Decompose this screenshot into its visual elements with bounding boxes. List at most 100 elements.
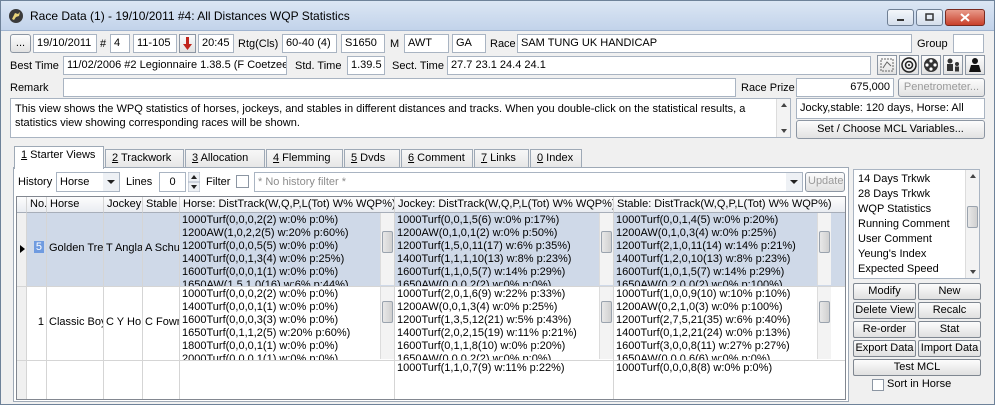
lines-spinner[interactable]: 0 xyxy=(159,172,186,192)
cell-horse-stats[interactable] xyxy=(180,361,395,399)
going-field[interactable]: GA xyxy=(452,34,486,53)
cell-scrollbar[interactable] xyxy=(599,287,613,359)
rating-range-field[interactable]: 11-105 xyxy=(133,34,177,53)
cell-stable-stats[interactable]: 1000Turf(0,0,0,8(8) w:0% p:0%) xyxy=(614,361,845,399)
cell-stable[interactable] xyxy=(143,361,180,399)
recalc-button[interactable]: Recalc xyxy=(918,302,981,319)
tab-links[interactable]: 7 Links xyxy=(474,149,529,168)
table-row[interactable]: 5 xyxy=(27,213,47,287)
export-data-button[interactable]: Export Data xyxy=(853,340,916,357)
film-reel-button[interactable] xyxy=(921,55,941,75)
track-map-button[interactable] xyxy=(877,55,897,75)
best-time-field[interactable]: 11/02/2006 #2 Legionnaire 1.38.5 (F Coet… xyxy=(63,56,287,75)
cell-jockey-stats[interactable]: 1000Turf(0,0,1,5(6) w:0% p:17%) 1200AW(0… xyxy=(395,213,614,287)
cell-scrollbar[interactable] xyxy=(599,213,613,285)
tab-trackwork[interactable]: 2 Trackwork xyxy=(105,149,184,168)
modify-button[interactable]: Modify xyxy=(853,283,916,300)
list-item[interactable]: User Comment xyxy=(858,233,932,245)
stat-button[interactable]: Stat xyxy=(918,321,981,338)
distance-field[interactable]: S1650 xyxy=(341,34,385,53)
remark-field[interactable] xyxy=(63,78,736,97)
col-header-no[interactable]: No. xyxy=(27,197,47,213)
scroll-thumb[interactable] xyxy=(819,231,830,253)
people-button[interactable] xyxy=(943,55,963,75)
col-header-jockey-stats[interactable]: Jockey: DistTrack(W,Q,P,L(Tot) W% WQP%) xyxy=(395,197,614,213)
update-button[interactable]: Update xyxy=(805,172,845,192)
import-data-button[interactable]: Import Data xyxy=(918,340,981,357)
cell-scrollbar[interactable] xyxy=(380,287,394,359)
scroll-thumb[interactable] xyxy=(382,301,393,323)
rtg-field[interactable]: 60-40 (4) xyxy=(282,34,337,53)
cell-no[interactable]: 1 xyxy=(27,287,47,361)
std-time-field[interactable]: 1.39.5 xyxy=(347,56,385,75)
row-indicator[interactable] xyxy=(17,361,27,399)
jockey-button[interactable] xyxy=(965,55,985,75)
col-header-stable[interactable]: Stable xyxy=(143,197,180,213)
cell-horse-stats[interactable]: 1000Turf(0,0,0,2(2) w:0% p:0%) 1400Turf(… xyxy=(180,287,395,361)
race-time-field[interactable]: 20:45 xyxy=(198,34,234,53)
list-item[interactable]: WQP Statistics xyxy=(858,203,931,215)
list-item[interactable]: 28 Days Trkwk xyxy=(858,188,930,200)
row-indicator[interactable] xyxy=(17,287,27,361)
row-indicator[interactable] xyxy=(17,213,27,287)
history-select[interactable]: Horse xyxy=(56,172,120,192)
dots-button[interactable]: ... xyxy=(10,34,31,53)
scroll-thumb[interactable] xyxy=(601,231,612,253)
cell-stable-stats[interactable]: 1000Turf(0,0,1,4(5) w:0% p:20%) 1200AW(0… xyxy=(614,213,845,287)
race-date-field[interactable]: 19/10/2011 xyxy=(33,34,97,53)
down-arrow-button[interactable] xyxy=(179,34,196,53)
new-button[interactable]: New xyxy=(918,283,981,300)
track-field[interactable]: AWT xyxy=(404,34,449,53)
cell-jockey-stats[interactable]: 1000Turf(2,0,1,6(9) w:22% p:33%) 1200AW(… xyxy=(395,287,614,361)
tab-comment[interactable]: 6 Comment xyxy=(401,149,473,168)
test-mcl-button[interactable]: Test MCL xyxy=(853,359,981,376)
cell-stable[interactable]: A Schut xyxy=(143,213,180,287)
cell-jockey[interactable]: T Angla xyxy=(104,213,143,287)
cell-horse-stats[interactable]: 1000Turf(0,0,0,2(2) w:0% p:0%) 1200AW(1,… xyxy=(180,213,395,287)
reorder-button[interactable]: Re-order xyxy=(853,321,916,338)
delete-view-button[interactable]: Delete View xyxy=(853,302,916,319)
tab-flemming[interactable]: 4 Flemming xyxy=(266,149,343,168)
sect-time-field[interactable]: 27.7 23.1 24.4 24.1 xyxy=(447,56,871,75)
race-number-field[interactable]: 4 xyxy=(110,34,130,53)
tab-index[interactable]: 0 Index xyxy=(530,149,582,168)
group-field[interactable] xyxy=(953,34,984,53)
scroll-thumb[interactable] xyxy=(967,206,978,228)
race-prize-field[interactable]: 675,000 xyxy=(796,78,894,97)
cell-horse[interactable]: Classic Boy xyxy=(47,287,104,361)
scroll-thumb[interactable] xyxy=(382,231,393,253)
spin-arrows-icon[interactable] xyxy=(188,172,200,192)
col-header-stable-stats[interactable]: Stable: DistTrack(W,Q,P,L(Tot) W% WQP%) xyxy=(614,197,845,213)
description-box[interactable]: This view shows the WPQ statistics of ho… xyxy=(10,98,791,138)
cell-horse[interactable] xyxy=(47,361,104,399)
list-item[interactable]: Expected Speed xyxy=(858,263,939,275)
col-header-jockey[interactable]: Jockey xyxy=(104,197,143,213)
filter-checkbox[interactable] xyxy=(236,175,249,188)
scroll-thumb[interactable] xyxy=(601,301,612,323)
chevron-down-icon[interactable] xyxy=(786,173,802,191)
col-header-horse[interactable]: Horse xyxy=(47,197,104,213)
description-scrollbar[interactable] xyxy=(776,99,790,137)
cell-stable-stats[interactable]: 1000Turf(1,0,0,9(10) w:10% p:10%) 1200AW… xyxy=(614,287,845,361)
cell-scrollbar[interactable] xyxy=(380,213,394,285)
cell-jockey-stats[interactable]: 1000Turf(1,1,0,7(9) w:11% p:22%) xyxy=(395,361,614,399)
list-item[interactable]: Running Comment xyxy=(858,218,950,230)
target-button[interactable] xyxy=(899,55,919,75)
cell-scrollbar[interactable] xyxy=(817,213,831,285)
cell-jockey[interactable] xyxy=(104,361,143,399)
view-list-scrollbar[interactable] xyxy=(965,170,979,278)
list-item[interactable]: Yeung's Index xyxy=(858,248,926,260)
tab-allocation[interactable]: 3 Allocation xyxy=(185,149,265,168)
minimize-button[interactable] xyxy=(887,9,914,26)
close-button[interactable] xyxy=(945,9,985,26)
penetrometer-button[interactable]: Penetrometer... xyxy=(898,78,985,97)
cell-stable[interactable]: C Fown xyxy=(143,287,180,361)
cell-jockey[interactable]: C Y Ho xyxy=(104,287,143,361)
race-name-field[interactable]: SAM TUNG UK HANDICAP xyxy=(517,34,912,53)
sort-in-horse-checkbox[interactable] xyxy=(872,379,884,391)
scroll-thumb[interactable] xyxy=(819,301,830,323)
history-filter-field[interactable]: * No history filter * xyxy=(254,172,803,192)
cell-horse[interactable]: Golden Trea xyxy=(47,213,104,287)
list-item[interactable]: 14 Days Trkwk xyxy=(858,173,930,185)
set-mcl-variables-button[interactable]: Set / Choose MCL Variables... xyxy=(796,120,985,139)
